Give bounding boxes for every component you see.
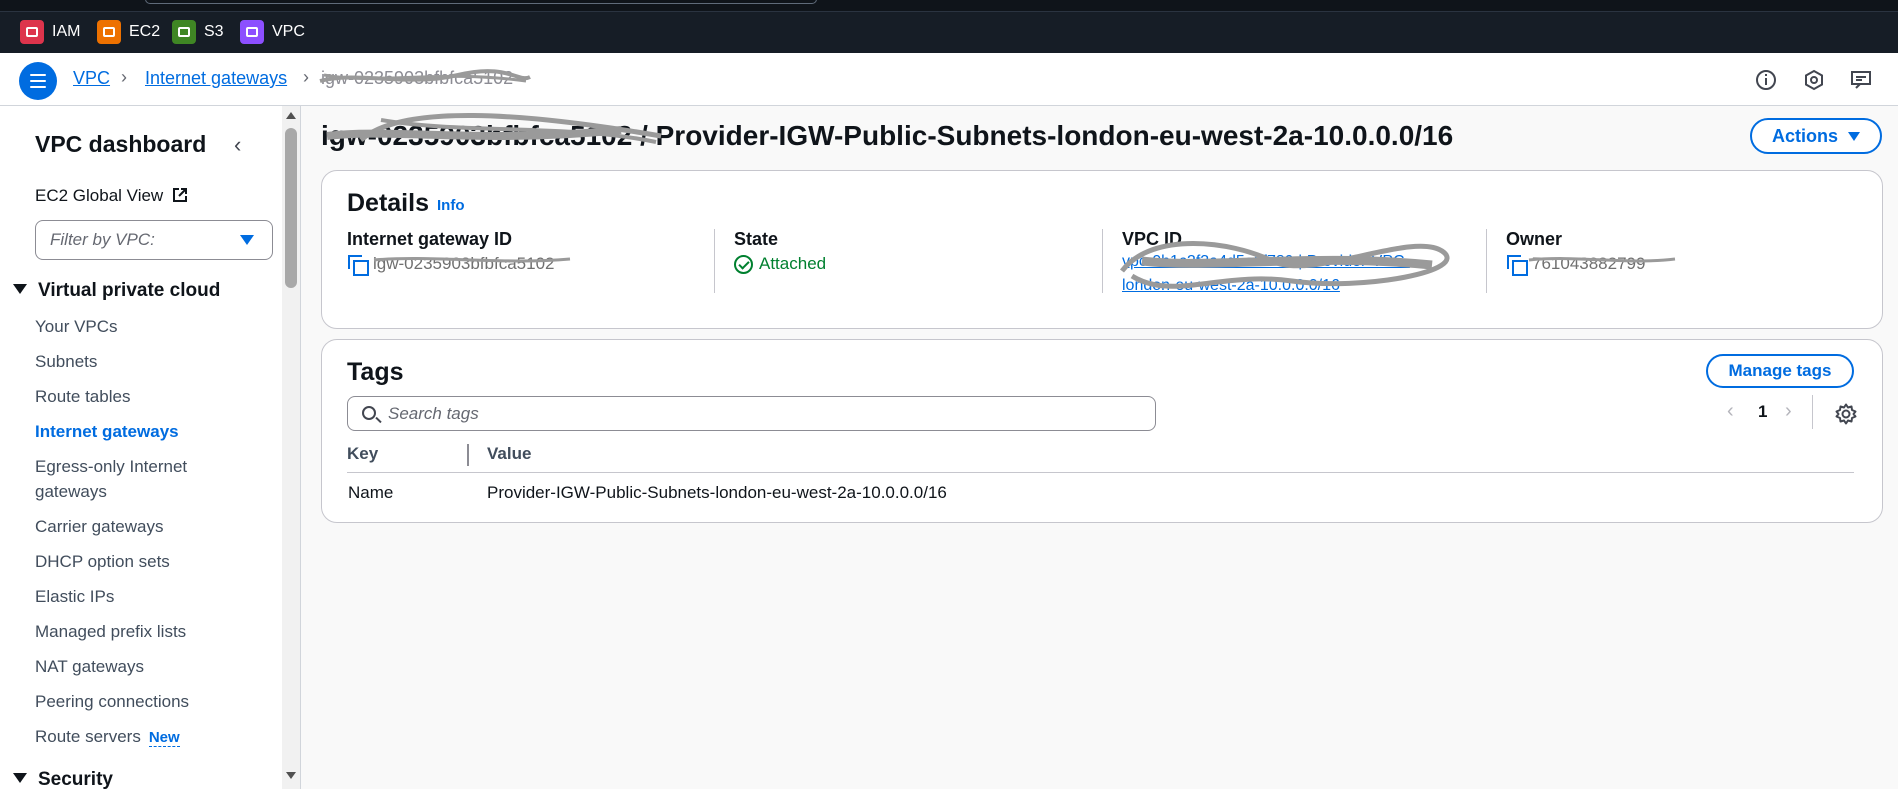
nav-item-nat-gateways[interactable]: NAT gateways: [35, 654, 144, 679]
actions-button[interactable]: Actions: [1750, 118, 1882, 154]
nav-section-security[interactable]: Security: [13, 769, 113, 789]
copy-icon[interactable]: [1506, 254, 1528, 276]
service-shortcut-s3[interactable]: S3: [172, 20, 224, 44]
owner-field: Owner 761043882799: [1506, 229, 1806, 293]
column-header-value[interactable]: Value: [487, 444, 531, 464]
breadcrumb-internet-gateways[interactable]: Internet gateways: [145, 68, 287, 89]
page-title-separator: /: [640, 120, 648, 151]
caret-down-icon: [13, 773, 27, 783]
nav-item-egress-only-gateways[interactable]: Egress-only Internet gateways: [35, 454, 187, 504]
collapse-nav-icon[interactable]: ‹: [234, 132, 241, 158]
table-cell-value: Provider-IGW-Public-Subnets-london-eu-we…: [487, 483, 947, 502]
nav-item-peering-connections[interactable]: Peering connections: [35, 689, 189, 714]
success-icon: [734, 254, 753, 274]
main-content: igw-0235903bfbfca5102 / Provider-IGW-Pub…: [301, 106, 1898, 789]
vpc-id-label: VPC ID: [1122, 229, 1183, 249]
tags-search-input[interactable]: Search tags: [347, 396, 1156, 431]
nav-item-your-vpcs[interactable]: Your VPCs: [35, 314, 118, 339]
gateway-id-field: Internet gateway ID igw-0235903bfbfca510…: [347, 229, 637, 293]
side-navigation: VPC dashboard ‹ EC2 Global View Filter b…: [0, 106, 300, 789]
state-label: State: [734, 229, 779, 249]
external-link-icon: [172, 188, 187, 202]
next-page-icon[interactable]: ›: [1785, 400, 1792, 423]
column-resize-handle[interactable]: [467, 444, 469, 466]
table-header-divider: [347, 472, 1854, 473]
menu-icon-bar: [30, 74, 46, 76]
status-badge: Attached: [734, 254, 1084, 274]
gear-icon[interactable]: [1835, 403, 1857, 425]
column-divider: [1486, 229, 1487, 293]
search-icon: [362, 406, 376, 420]
owner-value: 761043882799: [1506, 254, 1806, 276]
breadcrumb-header: VPC › Internet gateways › igw-0235903bfb…: [0, 53, 1898, 106]
nav-item-elastic-ips[interactable]: Elastic IPs: [35, 584, 114, 609]
caret-down-icon: [240, 235, 254, 245]
copy-icon[interactable]: [347, 254, 369, 276]
caret-down-icon: [13, 284, 27, 294]
menu-button[interactable]: [19, 62, 57, 100]
ec2-icon: [97, 20, 121, 44]
table-cell-key: Name: [348, 483, 394, 502]
nav-item-dhcp-option-sets[interactable]: DHCP option sets: [35, 549, 170, 574]
breadcrumb-vpc[interactable]: VPC: [73, 68, 110, 89]
feedback-icon[interactable]: [1850, 69, 1872, 91]
nav-scrollbar[interactable]: [282, 106, 300, 789]
column-divider: [714, 229, 715, 293]
column-header-key[interactable]: Key: [347, 444, 378, 464]
ec2-global-view-link[interactable]: EC2 Global View: [35, 186, 188, 206]
vpc-id-field: VPC ID vpc-0b1c2f3a4d5e6f789 | Provider-…: [1122, 229, 1462, 294]
menu-icon-bar: [30, 86, 46, 88]
owner-label: Owner: [1506, 229, 1563, 249]
info-link[interactable]: Info: [437, 197, 465, 214]
page-title: igw-0235903bfbfca5102 / Provider-IGW-Pub…: [321, 120, 1453, 152]
caret-down-icon: [1848, 131, 1860, 141]
scrollbar-thumb[interactable]: [285, 128, 297, 288]
service-bar: IAM EC2 S3 VPC: [0, 0, 1898, 53]
details-panel: Details Info Internet gateway ID igw-023…: [321, 170, 1883, 329]
tags-heading: Tags: [347, 358, 404, 386]
menu-icon-bar: [30, 80, 46, 82]
manage-tags-button[interactable]: Manage tags: [1706, 354, 1854, 388]
tags-panel: Tags Manage tags Search tags ‹ 1 › Key V…: [321, 339, 1883, 523]
column-divider: [1102, 229, 1103, 293]
gateway-id-label: Internet gateway ID: [347, 229, 513, 249]
nav-section-vpc[interactable]: Virtual private cloud: [13, 280, 220, 302]
service-shortcut-ec2[interactable]: EC2: [97, 20, 160, 44]
nav-item-carrier-gateways[interactable]: Carrier gateways: [35, 514, 164, 539]
address-bar[interactable]: [145, 0, 817, 4]
vpc-filter-select[interactable]: Filter by VPC:: [35, 220, 273, 260]
nav-item-managed-prefix-lists[interactable]: Managed prefix lists: [35, 619, 186, 644]
breadcrumb-current: igw-0235903bfbfca5102: [321, 68, 514, 88]
details-heading: Details: [347, 189, 429, 217]
nav-item-route-servers[interactable]: Route servers New: [35, 724, 180, 750]
vpc-id-link[interactable]: vpc-0b1c2f3a4d5e6f789 | Provider-VPC- lo…: [1122, 250, 1462, 298]
nav-title[interactable]: VPC dashboard: [35, 131, 206, 158]
vpc-icon: [240, 20, 264, 44]
nav-item-internet-gateways[interactable]: Internet gateways: [35, 419, 179, 444]
scroll-down-icon[interactable]: [286, 772, 296, 779]
gateway-id-value: igw-0235903bfbfca5102: [347, 254, 637, 276]
iam-icon: [20, 20, 44, 44]
new-badge: New: [148, 729, 180, 747]
page-title-name: Provider-IGW-Public-Subnets-london-eu-we…: [655, 120, 1454, 151]
info-circle-icon[interactable]: [1755, 69, 1777, 91]
notifications-icon[interactable]: [1803, 69, 1825, 91]
s3-icon: [172, 20, 196, 44]
scroll-up-icon[interactable]: [286, 112, 296, 119]
nav-item-subnets[interactable]: Subnets: [35, 349, 97, 374]
nav-item-route-tables[interactable]: Route tables: [35, 384, 130, 409]
service-shortcut-vpc[interactable]: VPC: [240, 20, 305, 44]
pager-divider: [1812, 395, 1813, 429]
page-number[interactable]: 1: [1758, 402, 1767, 422]
state-field: State Attached: [734, 229, 1084, 293]
service-shortcut-iam[interactable]: IAM: [20, 20, 80, 44]
page-title-id: igw-0235903bfbfca5102: [321, 120, 633, 151]
prev-page-icon[interactable]: ‹: [1727, 400, 1734, 423]
chevron-right-icon: ›: [121, 67, 127, 87]
browser-strip: [0, 0, 1898, 12]
chevron-right-icon: ›: [303, 67, 309, 87]
